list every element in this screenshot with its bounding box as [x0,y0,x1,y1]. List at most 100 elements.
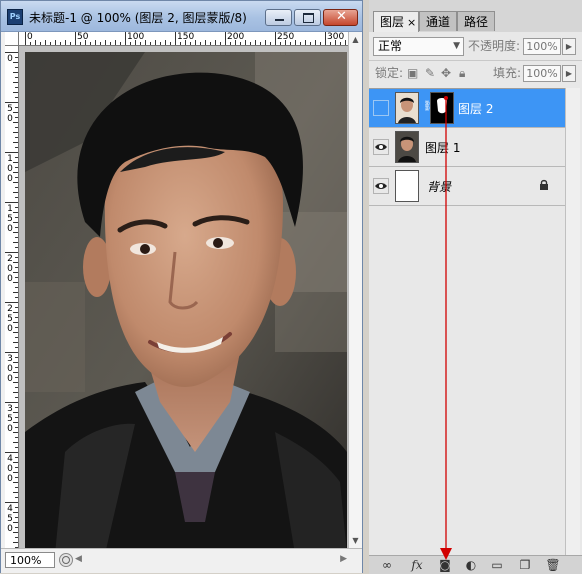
layer-thumbnail[interactable] [395,170,419,202]
lock-all-icon[interactable]: 🔒︎ [459,65,465,82]
ruler-tick [15,477,18,478]
new-layer-icon[interactable]: ❐ [515,557,535,573]
ruler-tick [15,217,18,218]
layer-name[interactable]: 背景 [427,178,451,195]
ruler-tick [15,77,18,78]
vertical-scrollbar[interactable]: ▲ ▼ [348,32,362,548]
ruler-tick [15,257,18,258]
ruler-tick [260,42,261,45]
zoom-level-field[interactable]: 100% [5,552,55,568]
fill-slider-button[interactable]: ▶ [562,65,576,82]
layer-thumbnail[interactable] [395,131,419,163]
maximize-button[interactable] [294,9,321,26]
opacity-label: 不透明度: [468,39,521,53]
ruler-tick [90,42,91,45]
ruler-tick [200,42,201,45]
ruler-tick [5,52,18,53]
ruler-tick [15,207,18,208]
fx-icon[interactable]: fx [407,557,427,573]
ruler-tick [15,247,18,248]
layer-name[interactable]: 图层 1 [425,139,460,156]
horizontal-scrollbar[interactable]: ◀ ▶ [75,554,347,567]
ruler-tick [25,32,26,45]
ruler-tick [15,397,18,398]
fill-input[interactable]: 100% [523,65,561,82]
scroll-left-arrow-icon[interactable]: ◀ [75,554,82,564]
blend-mode-select[interactable]: 正常 ▼ [373,37,464,56]
title-bar[interactable]: Ps 未标题-1 @ 100% (图层 2, 图层蒙版/8) ✕ [1,1,362,32]
layer-thumbnail[interactable] [395,92,419,124]
trash-icon[interactable]: 🗑︎ [543,557,563,573]
layer-list-scrollbar[interactable] [565,88,580,570]
lock-position-move-icon[interactable]: ✥ [441,65,451,82]
ruler-origin[interactable] [5,32,19,46]
eye-icon [375,183,387,189]
lock-icon [540,179,548,190]
visibility-toggle[interactable] [373,139,389,155]
visibility-toggle[interactable] [373,178,389,194]
ruler-tick [15,157,18,158]
link-icon[interactable]: ∞ [377,557,397,573]
ruler-tick [15,277,18,278]
status-info-button[interactable] [59,553,73,567]
adjustment-layer-icon[interactable]: ◐ [461,557,481,573]
group-folder-icon[interactable]: ▭ [487,557,507,573]
ruler-tick [15,467,18,468]
ruler-tick [13,242,18,243]
opacity-slider-button[interactable]: ▶ [562,38,576,55]
layers-panel: 图层 × 通道 路径 正常 ▼ 不透明度: 100% ▶ 锁定: ▣ ✎ ✥ 🔒︎ [369,0,582,574]
tab-layers[interactable]: 图层 × [373,11,419,33]
lock-transparency-icon[interactable]: ▣ [407,65,418,82]
vertical-ruler[interactable]: 050100150200250300350400450500 [5,46,19,548]
ruler-tick [13,192,18,193]
ruler-tick [15,57,18,58]
scroll-right-arrow-icon[interactable]: ▶ [340,554,347,564]
tab-paths[interactable]: 路径 [457,11,495,31]
close-button[interactable]: ✕ [323,9,358,26]
add-mask-icon[interactable]: ◙ [435,557,455,573]
document-canvas[interactable] [19,46,348,548]
chevron-down-icon: ▼ [453,41,460,51]
ruler-tick [5,202,18,203]
portrait-photo [25,52,347,548]
layer-list: ⛓ 图层 2 [369,88,565,571]
layer-row-layer-2[interactable]: ⛓ 图层 2 [369,89,565,128]
layer-row-background[interactable]: 背景 [369,167,565,206]
ruler-label: 300 [327,32,345,42]
fill-label: 填充: [493,66,522,80]
ruler-tick [310,42,311,45]
opacity-input[interactable]: 100% [523,38,561,55]
ruler-tick [13,542,18,543]
ruler-tick [80,42,81,45]
visibility-toggle-empty[interactable] [373,100,389,116]
layers-panel-body: 正常 ▼ 不透明度: 100% ▶ 锁定: ▣ ✎ ✥ 🔒︎ 填充: 100% … [369,32,582,573]
ruler-tick [265,40,266,45]
horizontal-ruler[interactable]: 0 50 100 150 200 250 300 [19,32,348,46]
tab-close-icon[interactable]: × [407,16,416,29]
mask-thumbnail-icon [431,93,453,123]
tab-channels[interactable]: 通道 [419,11,457,31]
minimize-button[interactable] [265,9,292,26]
ruler-tick [180,42,181,45]
blend-mode-value: 正常 [378,39,403,53]
ruler-tick [15,337,18,338]
ruler-tick [5,252,18,253]
ruler-tick [15,147,18,148]
ruler-tick [220,42,221,45]
ruler-tick [15,377,18,378]
ruler-tick [325,32,326,45]
layer-name[interactable]: 图层 2 [458,100,493,117]
ruler-tick [155,40,156,45]
scroll-up-arrow-icon[interactable]: ▲ [350,33,361,46]
ruler-tick [270,42,271,45]
layer-row-layer-1[interactable]: 图层 1 [369,128,565,167]
ruler-tick [13,142,18,143]
layer-mask-thumbnail[interactable] [430,92,454,124]
ruler-tick [250,42,251,45]
ruler-tick [175,32,176,45]
photoshop-app-icon: Ps [7,9,23,25]
lock-pixels-brush-icon[interactable]: ✎ [425,65,435,82]
scroll-down-arrow-icon[interactable]: ▼ [350,534,361,547]
mask-link-chain-icon[interactable]: ⛓ [423,101,436,115]
document-title: 未标题-1 @ 100% (图层 2, 图层蒙版/8) [29,11,247,25]
